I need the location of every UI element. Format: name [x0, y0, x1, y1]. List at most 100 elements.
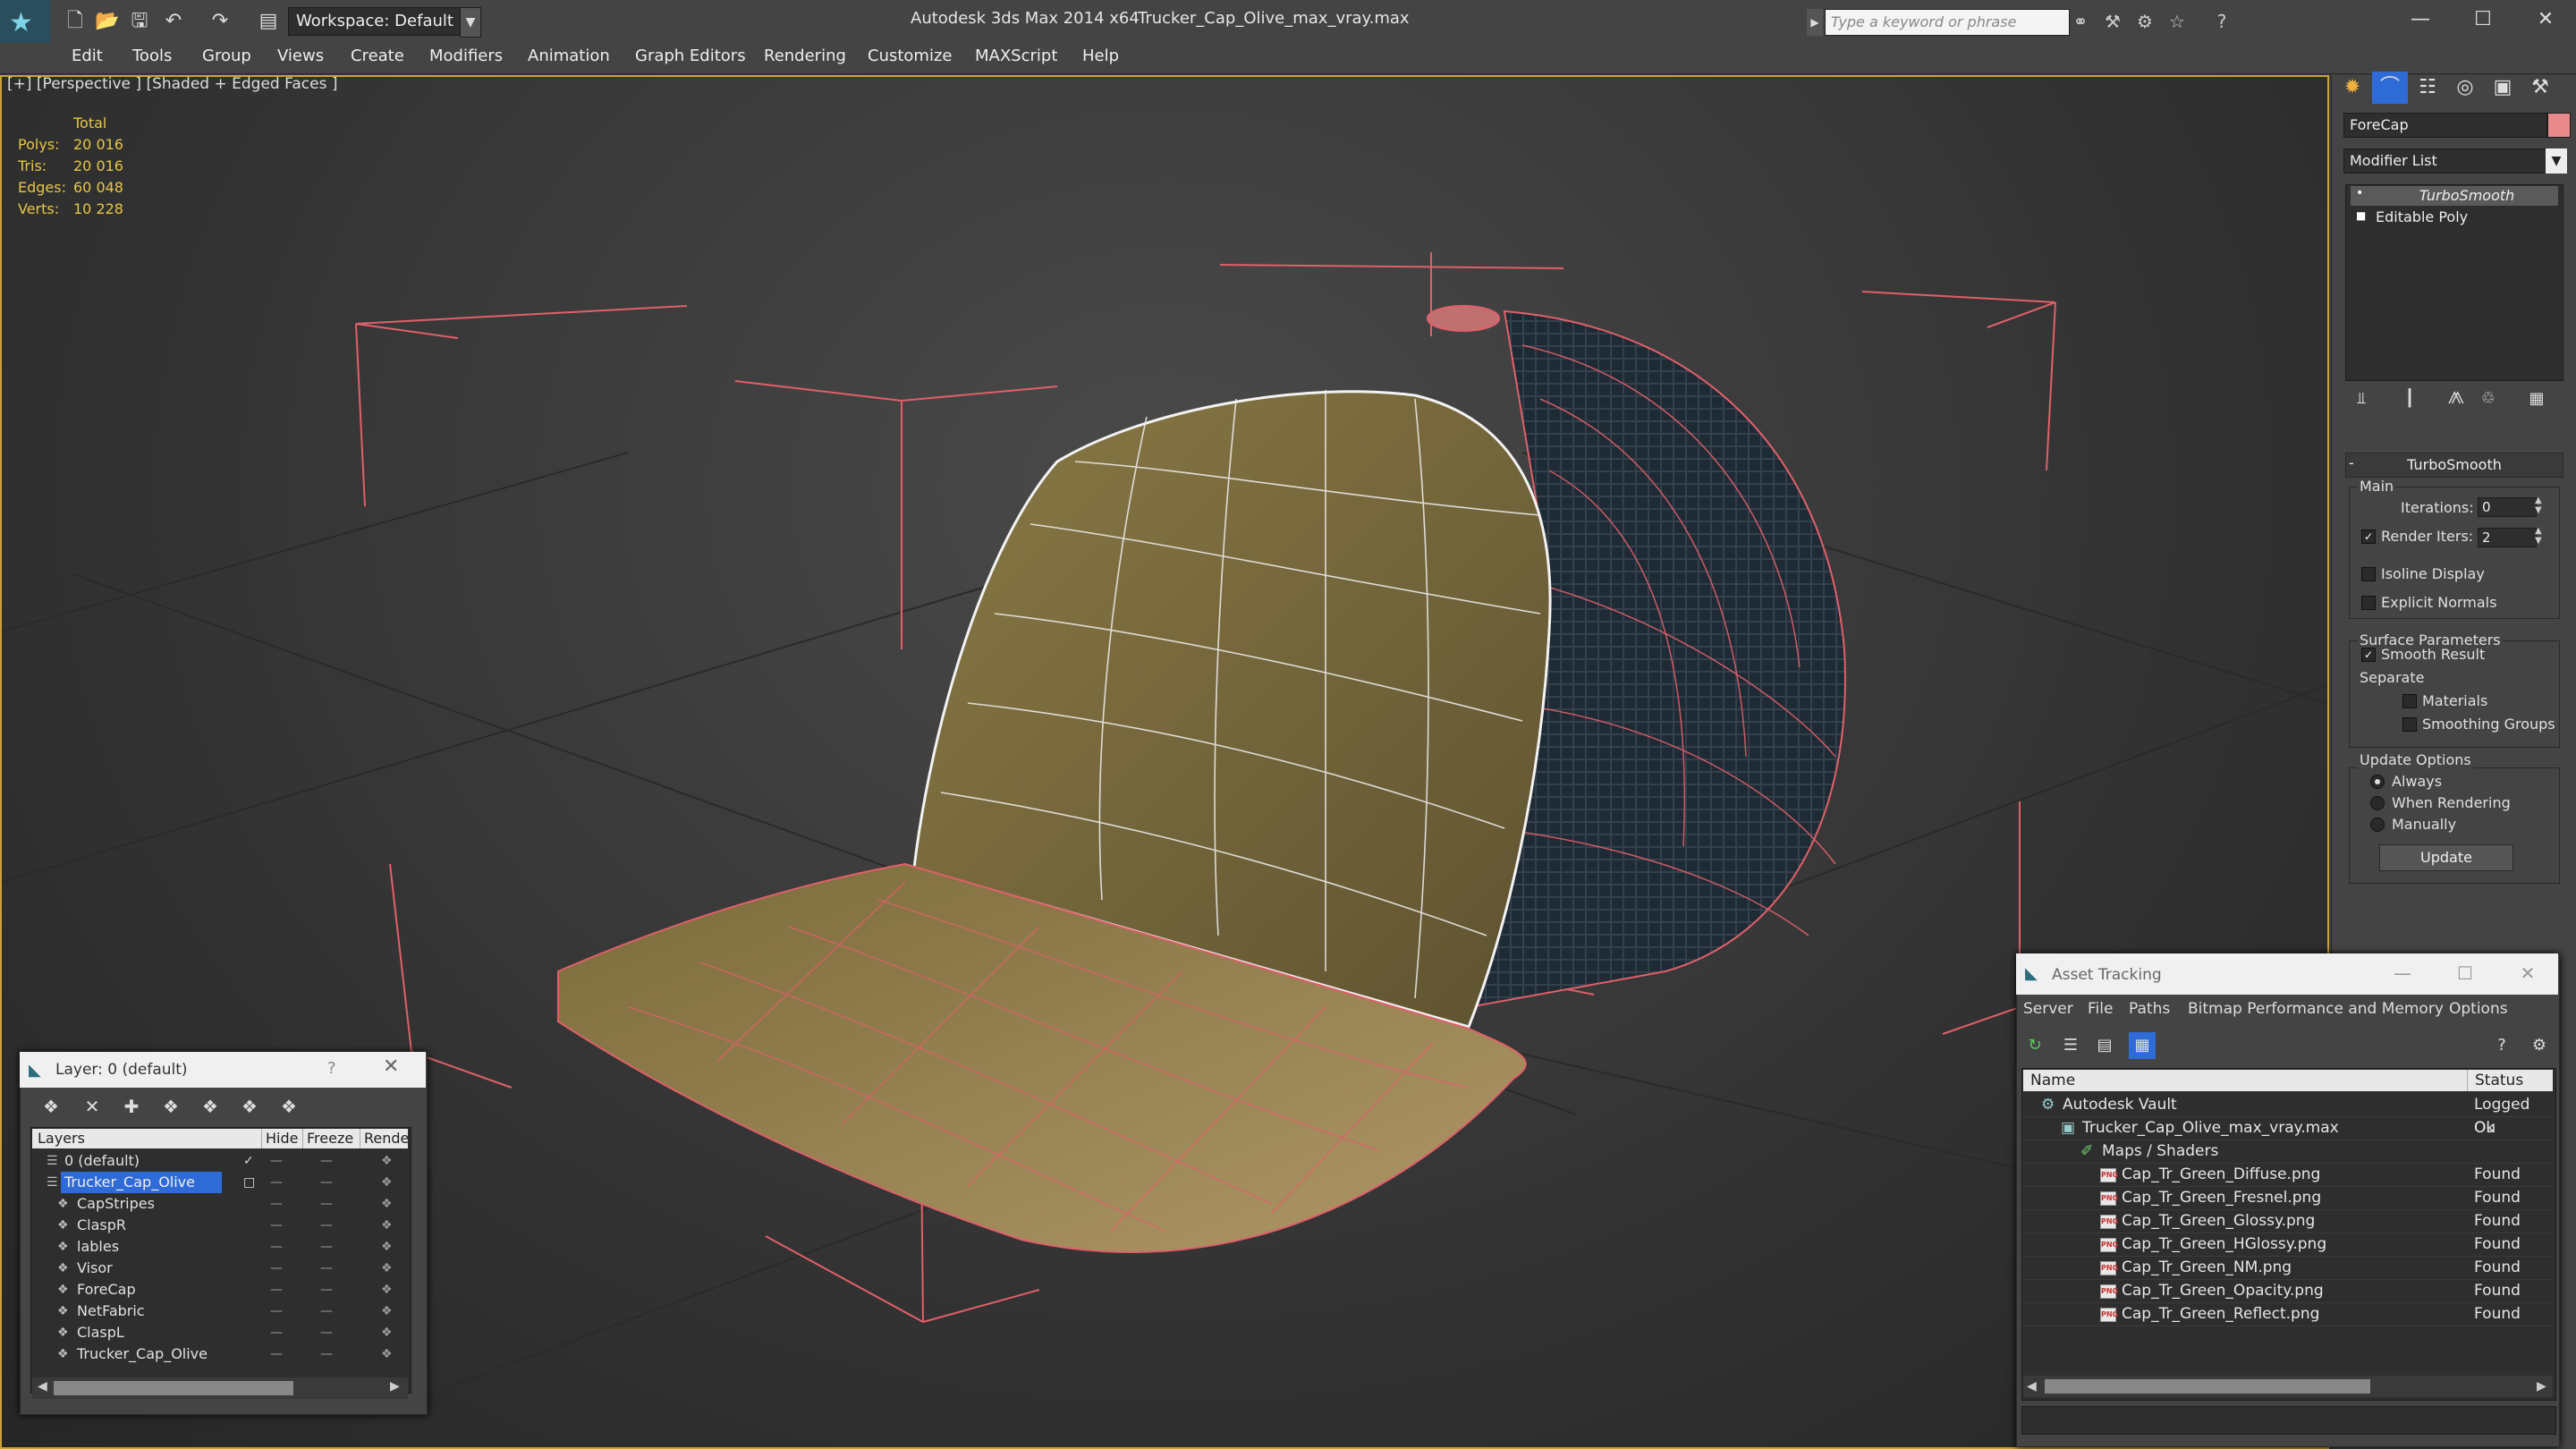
freeze-toggle-icon[interactable]: — — [320, 1301, 333, 1322]
asset-menu-paths[interactable]: Paths — [2129, 1000, 2170, 1018]
update-always-radio[interactable] — [2370, 775, 2385, 789]
scroll-left-icon[interactable]: ◀ — [38, 1379, 47, 1394]
redo-icon[interactable]: ↷ — [208, 9, 233, 34]
freeze-toggle-icon[interactable]: — — [320, 1322, 333, 1343]
asset-row[interactable]: PNG Cap_Tr_Green_Opacity.png Found — [2023, 1279, 2553, 1303]
asset-menu-options[interactable]: Options — [2449, 1000, 2508, 1018]
column-hide[interactable]: Hide — [261, 1129, 298, 1148]
update-when-rendering-radio[interactable] — [2370, 796, 2385, 810]
create-layer-icon[interactable]: ❖ — [38, 1093, 64, 1120]
hide-toggle-icon[interactable]: — — [270, 1343, 283, 1365]
isoline-display-checkbox[interactable] — [2361, 567, 2376, 581]
layer-row[interactable]: ❖ Trucker_Cap_Olive — — ❖ — [32, 1343, 408, 1365]
spinner-arrows-icon[interactable]: ▲ ▼ — [2535, 496, 2542, 515]
hide-toggle-icon[interactable]: — — [270, 1322, 283, 1343]
render-toggle-icon[interactable]: ❖ — [381, 1279, 393, 1301]
app-logo-icon[interactable]: ★ — [0, 0, 50, 43]
hide-toggle-icon[interactable]: — — [270, 1150, 283, 1172]
scrollbar-thumb[interactable] — [2045, 1379, 2370, 1394]
spinner-arrows-icon[interactable]: ▲ ▼ — [2535, 526, 2542, 546]
render-toggle-icon[interactable]: ❖ — [381, 1258, 393, 1279]
minimize-icon[interactable]: — — [2376, 955, 2429, 991]
menu-rendering[interactable]: Rendering — [764, 47, 846, 65]
open-file-icon[interactable]: 📂 — [95, 9, 120, 34]
modifier-list-dropdown[interactable]: Modifier List — [2343, 148, 2551, 174]
help-icon[interactable]: ? — [2209, 9, 2234, 34]
menu-create[interactable]: Create — [351, 47, 404, 65]
hide-all-icon[interactable]: ❖ — [236, 1093, 263, 1120]
render-iters-checkbox[interactable]: ✓ — [2361, 530, 2376, 544]
detail-view-icon[interactable]: ▤ — [2091, 1032, 2118, 1059]
layer-row[interactable]: ❖ CapStripes — — ❖ — [32, 1193, 408, 1215]
viewport-label[interactable]: [+] [Perspective ] [Shaded + Edged Faces… — [7, 75, 337, 93]
menu-animation[interactable]: Animation — [528, 47, 610, 65]
asset-row[interactable]: ⚙ Autodesk Vault Logged Ou — [2023, 1093, 2553, 1137]
close-icon[interactable]: ✕ — [2501, 955, 2555, 991]
binoculars-icon[interactable]: ⚭ — [2068, 9, 2093, 34]
hide-toggle-icon[interactable]: — — [270, 1279, 283, 1301]
display-tab-icon[interactable]: ▣ — [2485, 72, 2521, 104]
refresh-icon[interactable]: ↻ — [2021, 1032, 2048, 1059]
layer-row[interactable]: ☰ Trucker_Cap_Olive — — ❖ □ — [32, 1172, 408, 1193]
asset-menu-bitmap[interactable]: Bitmap Performance and Memory — [2188, 1000, 2444, 1018]
select-objects-icon[interactable]: ❖ — [157, 1093, 184, 1120]
collapse-icon[interactable]: - — [2349, 454, 2354, 471]
scroll-left-icon[interactable]: ◀ — [2027, 1379, 2037, 1394]
configure-sets-icon[interactable]: ▦ — [2524, 386, 2549, 411]
search-input[interactable]: Type a keyword or phrase — [1825, 9, 2070, 36]
column-status[interactable]: Status — [2467, 1070, 2523, 1091]
stack-item-turbosmooth[interactable]: TurboSmooth — [2351, 186, 2558, 206]
layer-row[interactable]: ❖ ClaspL — — ❖ — [32, 1322, 408, 1343]
asset-row[interactable]: PNG Cap_Tr_Green_Glossy.png Found — [2023, 1209, 2553, 1233]
column-render[interactable]: Rende — [360, 1129, 409, 1148]
render-toggle-icon[interactable]: ❖ — [381, 1172, 393, 1193]
freeze-toggle-icon[interactable]: — — [320, 1258, 333, 1279]
object-color-swatch[interactable] — [2547, 113, 2571, 138]
asset-menu-server[interactable]: Server — [2023, 1000, 2073, 1018]
minimize-icon[interactable]: — — [2394, 2, 2447, 38]
asset-row[interactable]: PNG Cap_Tr_Green_NM.png Found — [2023, 1256, 2553, 1280]
delete-layer-icon[interactable]: ✕ — [79, 1093, 106, 1120]
scrollbar-thumb[interactable] — [54, 1381, 293, 1395]
set-current-icon[interactable]: □ — [243, 1172, 255, 1193]
freeze-toggle-icon[interactable]: — — [320, 1172, 333, 1193]
hide-toggle-icon[interactable]: — — [270, 1215, 283, 1236]
render-iters-spinner[interactable]: 2 — [2478, 528, 2537, 547]
menu-help[interactable]: Help — [1082, 47, 1119, 65]
help-icon[interactable]: ? — [2488, 1032, 2515, 1059]
make-unique-icon[interactable]: ⨇ — [2444, 386, 2469, 411]
hide-toggle-icon[interactable]: — — [270, 1258, 283, 1279]
render-toggle-icon[interactable]: ❖ — [381, 1301, 393, 1322]
explicit-normals-checkbox[interactable] — [2361, 596, 2376, 610]
render-toggle-icon[interactable]: ❖ — [381, 1150, 393, 1172]
menu-tools[interactable]: Tools — [132, 47, 172, 65]
remove-modifier-icon[interactable]: ♲ — [2476, 386, 2501, 411]
pin-stack-icon[interactable]: ⫫ — [2349, 386, 2374, 411]
lightbulb-icon[interactable]: • — [2356, 186, 2363, 200]
menu-graph-editors[interactable]: Graph Editors — [635, 47, 746, 65]
render-toggle-icon[interactable]: ❖ — [381, 1343, 393, 1365]
menu-maxscript[interactable]: MAXScript — [975, 47, 1057, 65]
menu-edit[interactable]: Edit — [72, 47, 103, 65]
chevron-down-icon[interactable]: ▼ — [460, 7, 481, 38]
undo-icon[interactable]: ↶ — [161, 9, 186, 34]
table-view-icon[interactable]: ▦ — [2129, 1032, 2156, 1059]
favorites-star-icon[interactable]: ☆ — [2165, 9, 2190, 34]
asset-menu-file[interactable]: File — [2088, 1000, 2113, 1018]
workspace-dropdown[interactable]: Workspace: Default — [288, 7, 467, 36]
freeze-toggle-icon[interactable]: — — [320, 1343, 333, 1365]
asset-row[interactable]: ▣ Trucker_Cap_Olive_max_vray.max Ok — [2023, 1116, 2553, 1140]
list-view-icon[interactable]: ☰ — [2057, 1032, 2084, 1059]
layer-row[interactable]: ❖ ForeCap — — ❖ — [32, 1279, 408, 1301]
freeze-toggle-icon[interactable]: — — [320, 1236, 333, 1258]
column-name[interactable]: Name — [2030, 1070, 2075, 1091]
smooth-result-checkbox[interactable]: ✓ — [2361, 648, 2376, 662]
layer-row[interactable]: ❖ ClaspR — — ❖ — [32, 1215, 408, 1236]
column-layers[interactable]: Layers — [38, 1129, 85, 1148]
freeze-toggle-icon[interactable]: — — [320, 1150, 333, 1172]
create-tab-icon[interactable]: ✹ — [2334, 72, 2370, 104]
scroll-right-icon[interactable]: ▶ — [390, 1379, 400, 1394]
hide-toggle-icon[interactable]: — — [270, 1236, 283, 1258]
freeze-toggle-icon[interactable]: — — [320, 1215, 333, 1236]
menu-group[interactable]: Group — [202, 47, 251, 65]
